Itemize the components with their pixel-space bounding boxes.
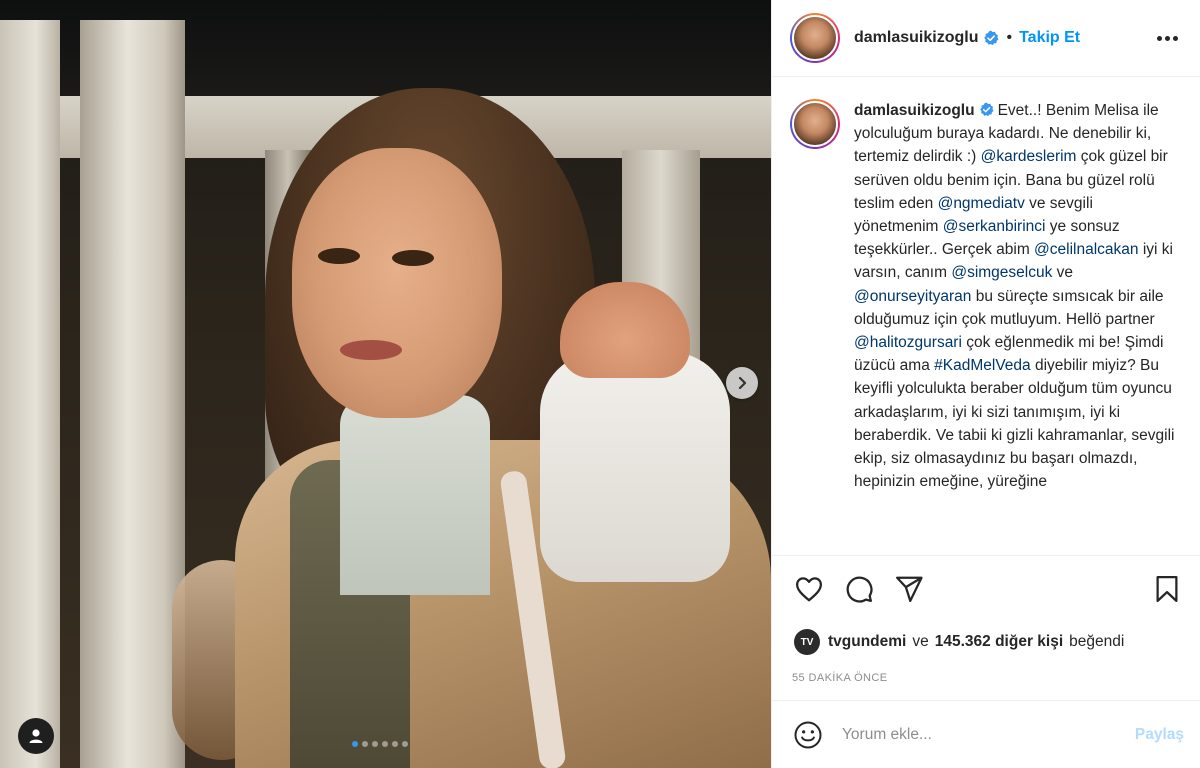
likes-count[interactable]: 145.362 diğer kişi (935, 633, 1063, 651)
caption-avatar[interactable] (790, 99, 840, 149)
author-username[interactable]: damlasuikizoglu (854, 29, 978, 47)
carousel-dot (382, 741, 388, 747)
share-button[interactable] (892, 572, 926, 606)
chevron-right-icon (738, 376, 747, 390)
mention-link[interactable]: @onurseyityaran (854, 288, 971, 305)
person-turtleneck (340, 395, 490, 595)
caption-segment: diyebilir miyiz? Bu keyifli yolculukta b… (854, 357, 1175, 491)
next-photo-button[interactable] (726, 367, 758, 399)
more-options-icon[interactable] (1151, 30, 1184, 47)
verified-badge-icon (979, 102, 994, 117)
heart-icon (796, 576, 822, 601)
mention-link[interactable]: @halitozgursari (854, 334, 962, 351)
comment-bar: Paylaş (772, 700, 1200, 768)
carousel-dot (372, 741, 378, 747)
user-tag-icon (29, 729, 43, 743)
mention-link[interactable]: @serkanbirinci (943, 218, 1046, 235)
caption-text: damlasuikizoglu Evet..! Benim Melisa ile … (854, 99, 1179, 555)
action-bar (772, 555, 1200, 621)
comment-button[interactable] (842, 572, 876, 606)
comment-bubble-icon (846, 576, 873, 603)
caption-username[interactable]: damlasuikizoglu (854, 102, 975, 119)
likes-suffix: beğendi (1069, 633, 1125, 650)
like-button[interactable] (792, 572, 826, 606)
caption-segment: ve (1052, 264, 1074, 282)
likes-summary: TV tvgundemi ve 145.362 diğer kişi beğen… (772, 621, 1200, 663)
post-timestamp[interactable]: 55 DAKİKA ÖNCE (772, 663, 1200, 693)
person-eye (392, 250, 434, 266)
person-mouth (340, 340, 402, 360)
tagged-users-button[interactable] (18, 718, 54, 754)
carousel-dot (362, 741, 368, 747)
save-button[interactable] (1150, 572, 1184, 606)
mention-link[interactable]: @celilnalcakan (1034, 241, 1138, 258)
mention-link[interactable]: @kardeslerim (981, 148, 1077, 165)
emoji-button[interactable] (792, 719, 824, 751)
author-avatar[interactable] (790, 13, 840, 63)
post-sidebar: damlasuikizoglu • Takip Et damlasuikizog… (771, 0, 1200, 768)
post-photo[interactable] (0, 0, 771, 768)
person-sleeve (540, 352, 730, 582)
mention-link[interactable]: @simgeselcuk (951, 264, 1052, 281)
hashtag-link[interactable]: #KadMelVeda (934, 357, 1031, 374)
mention-link[interactable]: @ngmediatv (938, 195, 1025, 212)
carousel-dot (402, 741, 408, 747)
verified-badge-icon (984, 30, 999, 46)
header-separator: • (1006, 29, 1013, 46)
liker-username[interactable]: tvgundemi (828, 633, 906, 651)
carousel-dot (392, 741, 398, 747)
fence-post (80, 20, 185, 768)
caption-section: damlasuikizoglu Evet..! Benim Melisa ile … (772, 77, 1200, 555)
paper-plane-icon (896, 576, 923, 602)
likes-connector: ve (912, 633, 929, 650)
instagram-post: damlasuikizoglu • Takip Et damlasuikizog… (0, 0, 1200, 768)
carousel-indicator (352, 741, 408, 747)
follow-button[interactable]: Takip Et (1019, 29, 1080, 47)
comment-input[interactable] (842, 725, 1135, 744)
post-header: damlasuikizoglu • Takip Et (772, 0, 1200, 77)
person-eye (318, 248, 360, 264)
fence-post (0, 20, 60, 768)
smiley-icon (794, 721, 822, 748)
person-face (292, 148, 502, 418)
post-comment-button[interactable]: Paylaş (1135, 726, 1184, 744)
bookmark-icon (1156, 575, 1178, 602)
carousel-dot (352, 741, 358, 747)
liker-avatar[interactable]: TV (794, 629, 820, 655)
